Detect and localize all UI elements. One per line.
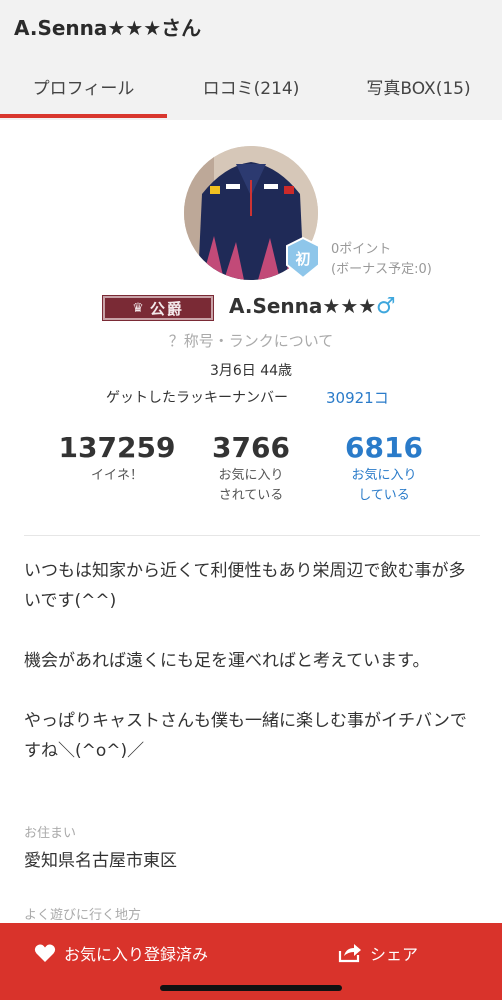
rank-title-badge: ♛ 公爵 [102, 295, 214, 321]
points-bonus: (ボーナス予定:0) [331, 262, 432, 277]
tab-photo-box[interactable]: 写真BOX(15) [335, 52, 502, 120]
favorite-button-label: お気に入り登録済み [64, 945, 209, 964]
active-tab-indicator [0, 114, 167, 118]
bio-paragraph-1: いつもは知家から近くて利便性もあり栄周辺で飲む事が多いです(^^) [24, 561, 466, 611]
app-header: A.Senna★★★さん [0, 0, 502, 52]
bio-paragraph-2: 機会があれば遠くにも足を運べればと考えています。 [24, 651, 430, 671]
share-button[interactable]: シェア [338, 939, 418, 967]
share-button-label: シェア [370, 945, 419, 964]
residence-value: 愛知県名古屋市東区 [24, 851, 177, 871]
play-area-label: よく遊びに行く地方 [24, 908, 142, 923]
points-value: 0ポイント [331, 242, 392, 257]
lucky-number-label: ゲットしたラッキーナンバー [106, 390, 288, 406]
bio-paragraph-3: やっぱりキャストさんも僕も一緒に楽しむ事がイチバンですね＼(^o^)／ [24, 711, 467, 761]
rank-info-link[interactable]: ？称号・ランクについて [0, 330, 502, 351]
birthday-age: 3月6日 44歳 [209, 363, 293, 379]
profile-tabs: プロフィール ロコミ(214) 写真BOX(15) [0, 52, 502, 120]
stat-favorited-by-label-2: されている [218, 488, 284, 503]
badge-text: 初 [295, 250, 310, 268]
stat-favorited-by[interactable]: 3766 お気に入り されている [181, 430, 321, 506]
stat-favoriting[interactable]: 6816 お気に入り している [314, 430, 454, 506]
heart-icon [34, 944, 56, 962]
share-icon [338, 944, 361, 963]
tab-profile[interactable]: プロフィール [0, 52, 167, 120]
stat-favoriting-label-2: している [358, 488, 410, 503]
rank-title-text: 公爵 [149, 299, 184, 318]
username: A.Senna★★★ [229, 294, 377, 318]
stat-favoriting-label-1: お気に入り [351, 468, 417, 483]
bio-text: いつもは知家から近くて利便性もあり栄周辺で飲む事が多いです(^^) 機会があれば… [24, 556, 480, 796]
lucky-number-link[interactable]: 30921コ [326, 387, 389, 408]
beginner-badge: 初 [284, 236, 322, 280]
home-indicator [160, 985, 342, 991]
crown-icon: ♛ [132, 300, 144, 316]
points-info: 0ポイント (ボーナス予定:0) [331, 240, 432, 280]
residence-label: お住まい [24, 826, 77, 841]
divider [24, 535, 480, 536]
page-title: A.Senna★★★さん [14, 16, 202, 40]
stat-favorited-by-value: 3766 [212, 431, 290, 464]
male-icon: ♂ [376, 294, 396, 319]
stat-favorited-by-label-1: お気に入り [218, 468, 284, 483]
stat-favoriting-value: 6816 [345, 431, 423, 464]
tab-reviews[interactable]: ロコミ(214) [167, 52, 335, 120]
favorite-button[interactable]: お気に入り登録済み [34, 939, 208, 967]
stat-likes: 137259 イイネ！ [47, 430, 187, 486]
stat-likes-value: 137259 [58, 431, 176, 464]
stat-likes-label: イイネ！ [90, 468, 143, 483]
